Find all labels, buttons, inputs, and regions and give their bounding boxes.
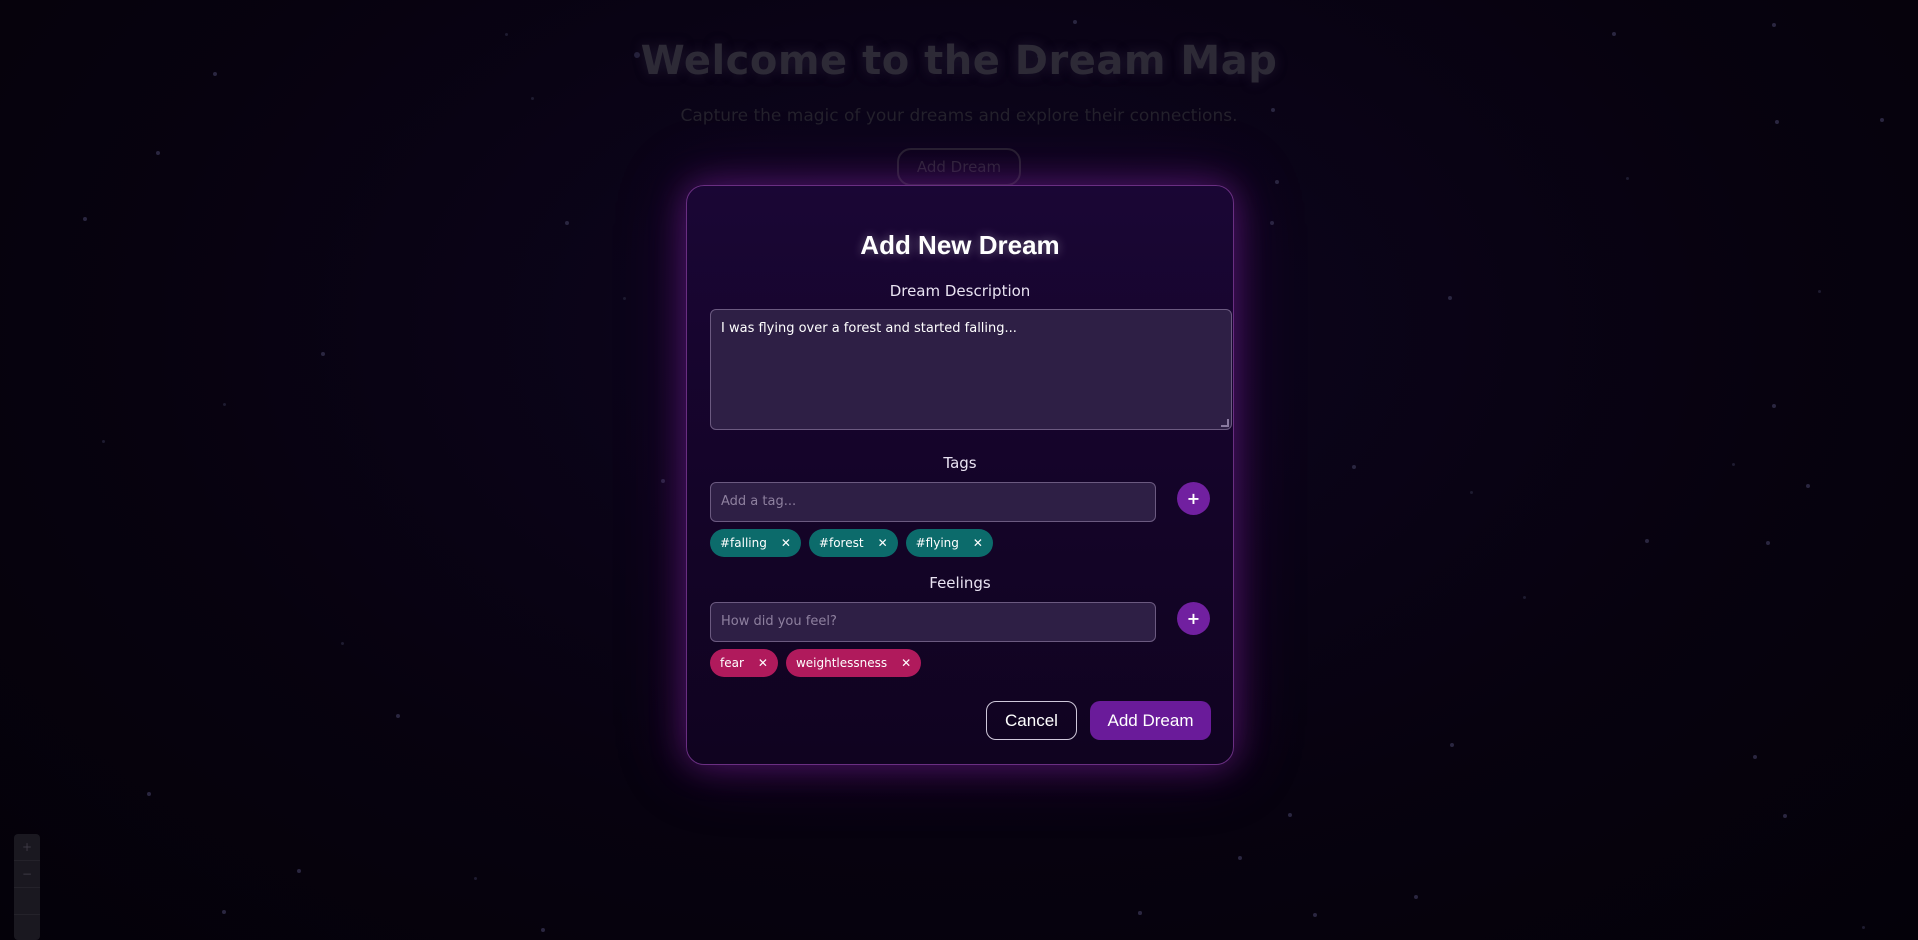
feeling-chip-list: fear ✕ weightlessness ✕ — [710, 649, 922, 677]
modal-title: Add New Dream — [860, 230, 1060, 260]
tag-input[interactable]: Add a tag... — [710, 482, 1156, 522]
background-page-subtitle: Capture the magic of your dreams and exp… — [680, 106, 1238, 126]
feeling-input-placeholder: How did you feel? — [721, 614, 837, 629]
remove-tag-icon[interactable]: ✕ — [781, 536, 791, 550]
tag-chip: #flying ✕ — [905, 529, 993, 557]
add-feeling-button[interactable]: + — [1177, 602, 1210, 635]
zoom-out-icon: − — [14, 861, 40, 888]
remove-feeling-icon[interactable]: ✕ — [901, 656, 911, 670]
add-dream-submit-button[interactable]: Add Dream — [1090, 701, 1211, 740]
tag-chip-list: #falling ✕ #forest ✕ #flying ✕ — [710, 529, 993, 557]
tag-chip-label: #forest — [818, 536, 864, 550]
background-page-title: Welcome to the Dream Map — [640, 38, 1278, 84]
add-tag-button[interactable]: + — [1177, 482, 1210, 515]
dream-description-label: Dream Description — [889, 282, 1031, 300]
tags-label: Tags — [943, 454, 977, 472]
feelings-label: Feelings — [929, 574, 991, 592]
tag-chip: #falling ✕ — [710, 529, 801, 557]
tag-input-placeholder: Add a tag... — [721, 494, 797, 509]
resize-grip-icon[interactable] — [1221, 419, 1229, 427]
dream-description-textarea[interactable]: I was flying over a forest and started f… — [710, 309, 1232, 430]
tag-chip-label: #falling — [720, 536, 767, 550]
tag-chip: #forest ✕ — [808, 529, 898, 557]
feeling-chip: weightlessness ✕ — [785, 649, 922, 677]
cancel-button[interactable]: Cancel — [986, 701, 1077, 740]
feeling-chip: fear ✕ — [710, 649, 778, 677]
feeling-chip-label: weightlessness — [795, 656, 888, 670]
map-control-icon — [14, 915, 40, 940]
add-dream-modal: Add New Dream Dream Description I was fl… — [686, 185, 1234, 765]
zoom-in-icon: + — [14, 834, 40, 861]
remove-tag-icon[interactable]: ✕ — [973, 536, 983, 550]
remove-tag-icon[interactable]: ✕ — [878, 536, 888, 550]
background-add-dream-button: Add Dream — [896, 148, 1022, 186]
app-screen: Welcome to the Dream Map Capture the mag… — [0, 0, 1918, 940]
dream-description-value: I was flying over a forest and started f… — [721, 321, 1017, 336]
feeling-input[interactable]: How did you feel? — [710, 602, 1156, 642]
map-control-icon — [14, 888, 40, 915]
feeling-chip-label: fear — [720, 656, 744, 670]
map-zoom-control: + − — [14, 834, 40, 940]
tag-chip-label: #flying — [915, 536, 959, 550]
remove-feeling-icon[interactable]: ✕ — [758, 656, 768, 670]
background-hero: Welcome to the Dream Map Capture the mag… — [0, 38, 1918, 186]
